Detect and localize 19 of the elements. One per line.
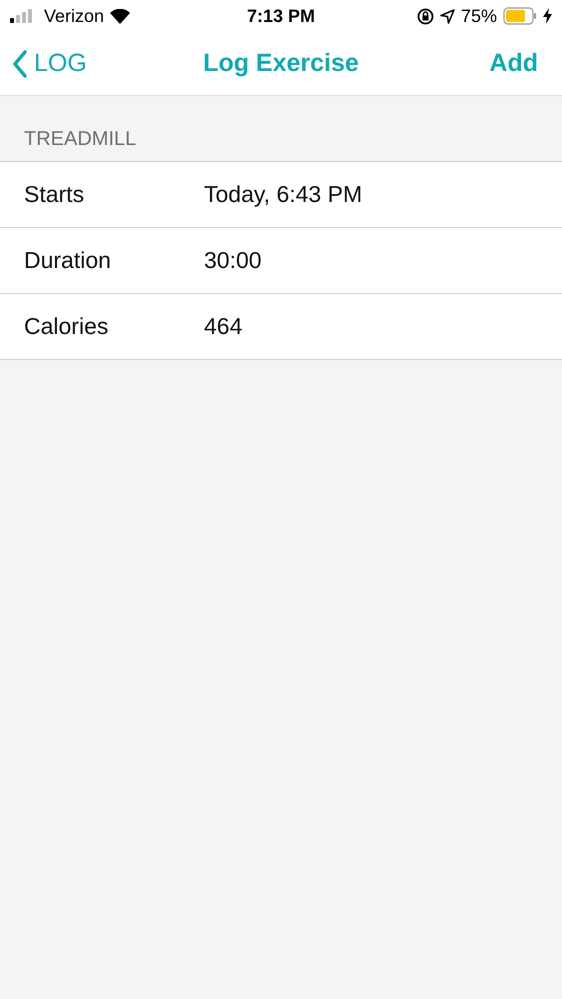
field-value: 464	[204, 313, 242, 340]
screen-title: Log Exercise	[203, 49, 359, 78]
clock: 7:13 PM	[246, 6, 316, 26]
rotation-lock-icon	[416, 8, 434, 24]
charging-bolt-icon	[543, 8, 552, 24]
location-arrow-icon	[440, 8, 455, 24]
field-value: 30:00	[204, 247, 262, 274]
battery-percent: 75%	[460, 6, 497, 26]
field-label: Starts	[24, 181, 86, 208]
field-label: Duration	[24, 247, 112, 274]
form-row[interactable]: Starts Today, 6:43 PM	[0, 162, 562, 228]
field-label: Calories	[24, 313, 110, 340]
form-row[interactable]: Duration 30:00	[0, 228, 562, 294]
battery-icon	[503, 7, 537, 25]
chevron-left-icon	[12, 50, 28, 78]
wifi-icon	[110, 8, 130, 24]
form-row[interactable]: Calories 464	[0, 294, 562, 359]
carrier-name: Verizon	[44, 6, 104, 26]
field-value: Today, 6:43 PM	[204, 181, 362, 208]
